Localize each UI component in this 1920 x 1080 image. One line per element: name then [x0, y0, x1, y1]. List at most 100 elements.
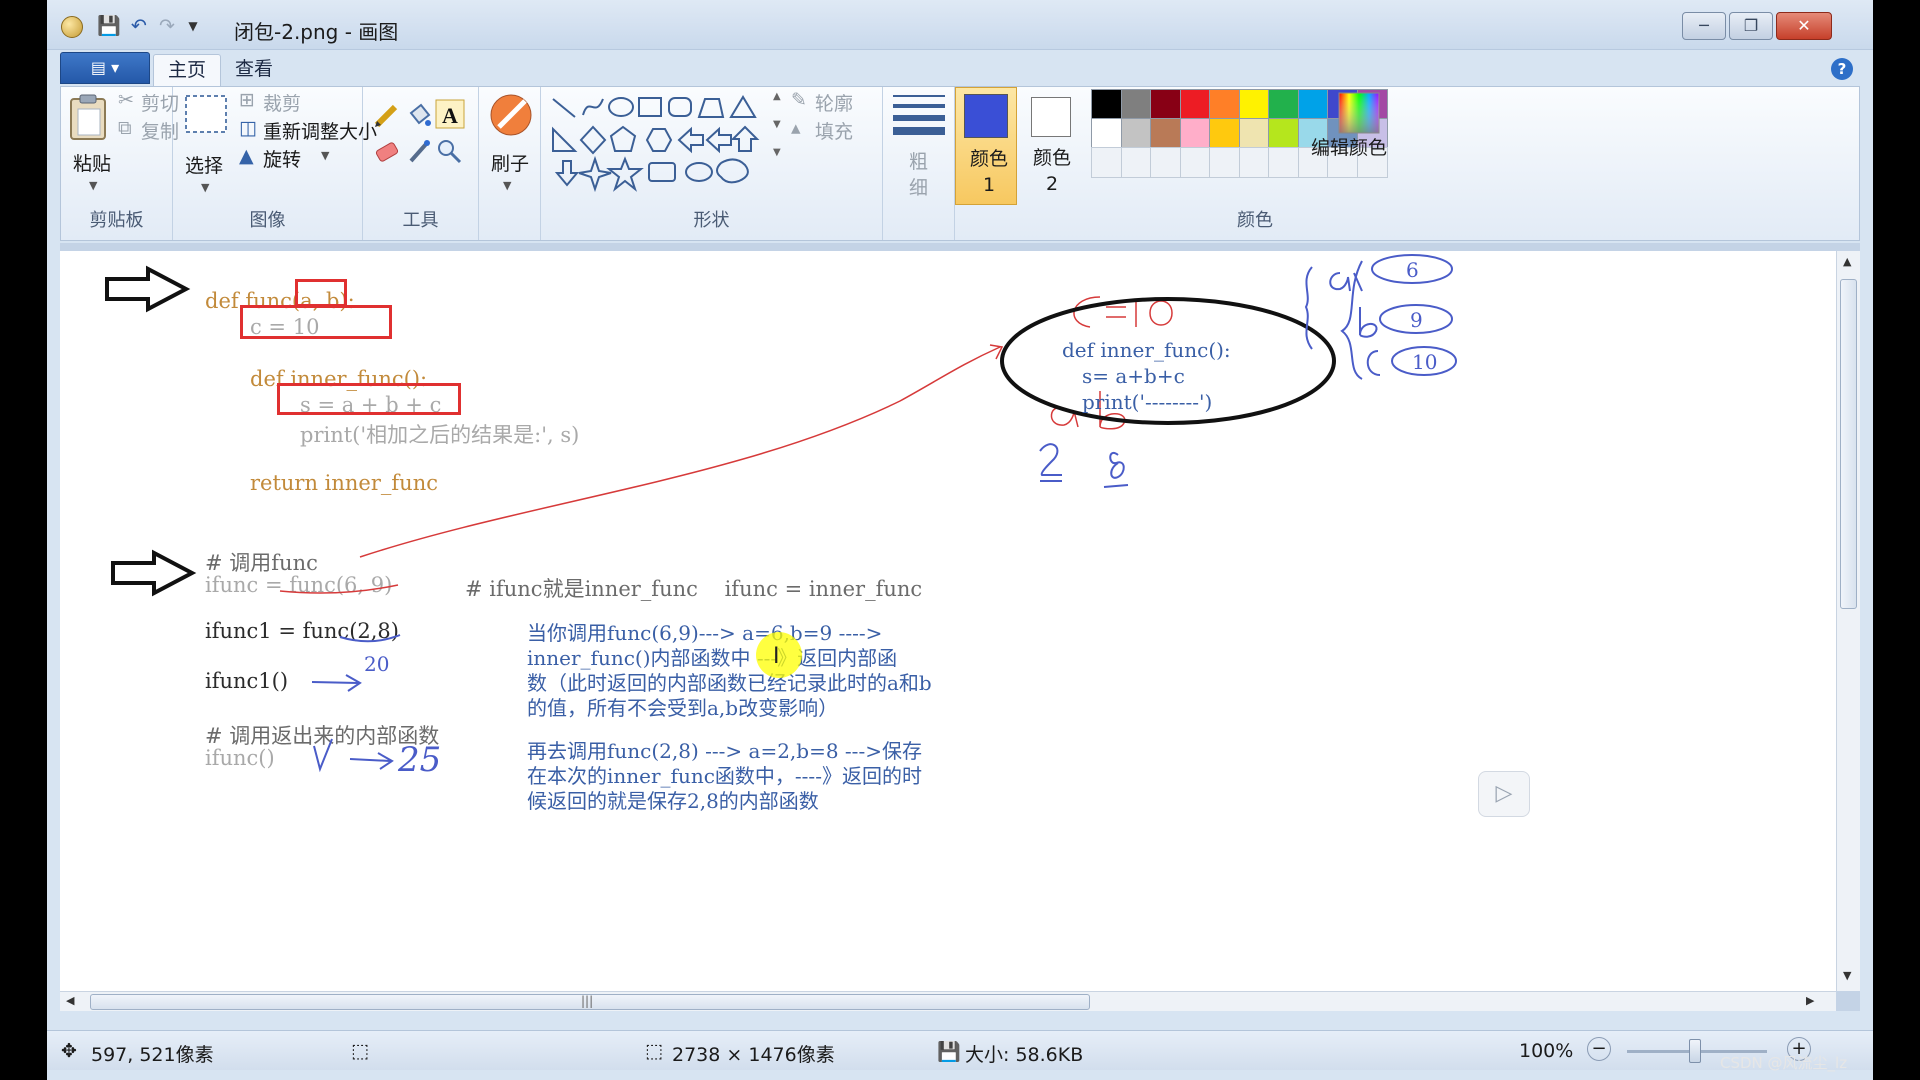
shapes-group: ▲ ▼ ▼ ✎ 轮廓 ▴ 填充 形状: [541, 87, 883, 240]
palette-swatch-r2-2[interactable]: [1120, 118, 1152, 149]
cursor-position-icon: ✥: [61, 1040, 77, 1062]
color2-button[interactable]: 颜色 2: [1021, 87, 1083, 205]
canvas-area: def func(a, b): c = 10 def inner_func():…: [60, 243, 1860, 1011]
zoom-slider-thumb[interactable]: [1689, 1039, 1701, 1063]
diagram-inner-print: print('--------'): [1082, 390, 1212, 414]
palette-swatch-custom-4[interactable]: [1179, 147, 1211, 178]
close-icon: ✕: [1797, 16, 1811, 35]
drawing-canvas[interactable]: def func(a, b): c = 10 def inner_func():…: [60, 251, 1836, 991]
color-picker-icon[interactable]: [405, 137, 433, 165]
palette-swatch-custom-1[interactable]: [1091, 147, 1122, 178]
brush-icon[interactable]: [487, 91, 535, 139]
disk-icon: 💾: [937, 1041, 961, 1063]
palette-swatch-r1-3[interactable]: [1150, 89, 1181, 120]
palette-swatch-custom-3[interactable]: [1150, 147, 1181, 178]
tab-home[interactable]: 主页: [153, 54, 222, 86]
blue-result-20: 20: [364, 652, 389, 676]
paste-dropdown-icon[interactable]: ▼: [89, 179, 97, 192]
tab-view[interactable]: 查看: [221, 54, 287, 86]
horizontal-scroll-thumb[interactable]: |||: [90, 994, 1090, 1010]
save-icon[interactable]: 💾: [97, 14, 121, 38]
brushes-dropdown-icon[interactable]: ▼: [503, 179, 511, 192]
minimize-button[interactable]: ─: [1682, 12, 1726, 40]
text-tool-icon[interactable]: A: [435, 99, 465, 129]
edit-colors-button[interactable]: 编辑颜色: [1311, 133, 1387, 160]
palette-swatch-r1-2[interactable]: [1120, 89, 1152, 120]
edit-colors-icon[interactable]: [1337, 91, 1381, 135]
palette-swatch-custom-7[interactable]: [1268, 147, 1299, 178]
scroll-right-icon[interactable]: ▶: [1806, 994, 1814, 1007]
palette-swatch-r1-5[interactable]: [1209, 89, 1240, 120]
palette-swatch-r2-4[interactable]: [1179, 118, 1211, 149]
red-curve-arrow: [359, 346, 1001, 558]
color1-button[interactable]: 颜色 1: [955, 87, 1017, 205]
blue-arrow-1: [311, 674, 362, 692]
palette-swatch-r1-8[interactable]: [1297, 89, 1329, 120]
crop-button[interactable]: 裁剪: [263, 89, 301, 116]
brushes-group: 刷子 ▼: [479, 87, 541, 240]
scroll-left-icon[interactable]: ◀: [66, 994, 74, 1007]
clipboard-group-label: 剪贴板: [89, 210, 144, 231]
blue-hand-6: 6: [1406, 258, 1419, 282]
size-button[interactable]: 粗细: [909, 149, 931, 201]
palette-swatch-r1-6[interactable]: [1238, 89, 1270, 120]
window-title: 闭包-2.png - 画图: [234, 20, 399, 44]
palette-swatch-r2-3[interactable]: [1150, 118, 1181, 149]
paste-icon[interactable]: [67, 93, 111, 143]
palette-swatch-r1-1[interactable]: [1091, 89, 1122, 120]
blue-hand-b: [1359, 307, 1378, 338]
rotate-button[interactable]: 旋转: [263, 145, 301, 172]
paint-app-icon[interactable]: [61, 16, 83, 38]
fill-button[interactable]: 填充: [815, 117, 853, 144]
customize-quick-access-icon[interactable]: ▼: [181, 14, 205, 38]
resize-button[interactable]: 重新调整大小: [263, 117, 377, 144]
vertical-scroll-thumb[interactable]: [1840, 279, 1857, 609]
shapes-gallery[interactable]: [549, 91, 771, 197]
magnifier-icon[interactable]: [435, 137, 463, 165]
select-icon[interactable]: [183, 93, 229, 137]
select-button[interactable]: 选择: [185, 151, 223, 178]
shapes-scroll-up-icon[interactable]: ▲: [773, 91, 781, 102]
ribbon-tab-row: ▤ ▾ 主页 查看 ?: [47, 50, 1873, 86]
paste-button[interactable]: 粘贴: [73, 149, 111, 176]
file-menu-button[interactable]: ▤ ▾: [60, 52, 150, 84]
vertical-scrollbar[interactable]: ▲ ▼: [1836, 251, 1860, 991]
palette-swatch-custom-6[interactable]: [1238, 147, 1270, 178]
maximize-button[interactable]: ❐: [1729, 12, 1773, 40]
zoom-out-button[interactable]: −: [1587, 1037, 1611, 1061]
minimize-icon: ─: [1699, 16, 1709, 35]
close-button[interactable]: ✕: [1776, 12, 1832, 40]
palette-swatch-r2-5[interactable]: [1209, 118, 1240, 149]
scroll-up-icon[interactable]: ▲: [1843, 255, 1851, 268]
text-cursor-icon: I: [773, 644, 780, 669]
eraser-icon[interactable]: [373, 137, 401, 165]
palette-swatch-custom-5[interactable]: [1209, 147, 1240, 178]
rotate-dropdown-icon[interactable]: ▼: [321, 149, 329, 162]
palette-swatch-custom-2[interactable]: [1120, 147, 1152, 178]
pencil-icon[interactable]: [373, 101, 401, 129]
palette-swatch-r2-1[interactable]: [1091, 118, 1122, 149]
shapes-expand-icon[interactable]: ▼: [773, 147, 781, 158]
shapes-scroll-down-icon[interactable]: ▼: [773, 119, 781, 130]
line-size-icon[interactable]: [893, 91, 945, 137]
palette-swatch-r2-7[interactable]: [1268, 118, 1299, 149]
help-icon[interactable]: ?: [1831, 58, 1853, 80]
outline-icon: ✎: [791, 89, 807, 111]
brushes-button[interactable]: 刷子: [491, 149, 529, 176]
palette-swatch-r2-6[interactable]: [1238, 118, 1270, 149]
scroll-grip-icon: |||: [581, 994, 594, 1008]
select-dropdown-icon[interactable]: ▼: [201, 181, 209, 194]
color1-swatch: [964, 94, 1008, 138]
redo-icon[interactable]: ↷: [155, 14, 179, 38]
blue-hand-c: [1366, 350, 1381, 376]
scroll-down-icon[interactable]: ▼: [1843, 969, 1851, 982]
fill-bucket-icon[interactable]: [405, 101, 433, 129]
diagram-inner-def: def inner_func():: [1062, 338, 1231, 362]
palette-swatch-r1-7[interactable]: [1268, 89, 1299, 120]
horizontal-scrollbar[interactable]: ◀ ||| ▶: [60, 991, 1836, 1011]
color1-label: 颜色 1: [969, 148, 1008, 196]
play-button[interactable]: ▷: [1478, 771, 1530, 817]
palette-swatch-r1-4[interactable]: [1179, 89, 1211, 120]
undo-icon[interactable]: ↶: [127, 14, 151, 38]
outline-button[interactable]: 轮廓: [815, 89, 853, 116]
